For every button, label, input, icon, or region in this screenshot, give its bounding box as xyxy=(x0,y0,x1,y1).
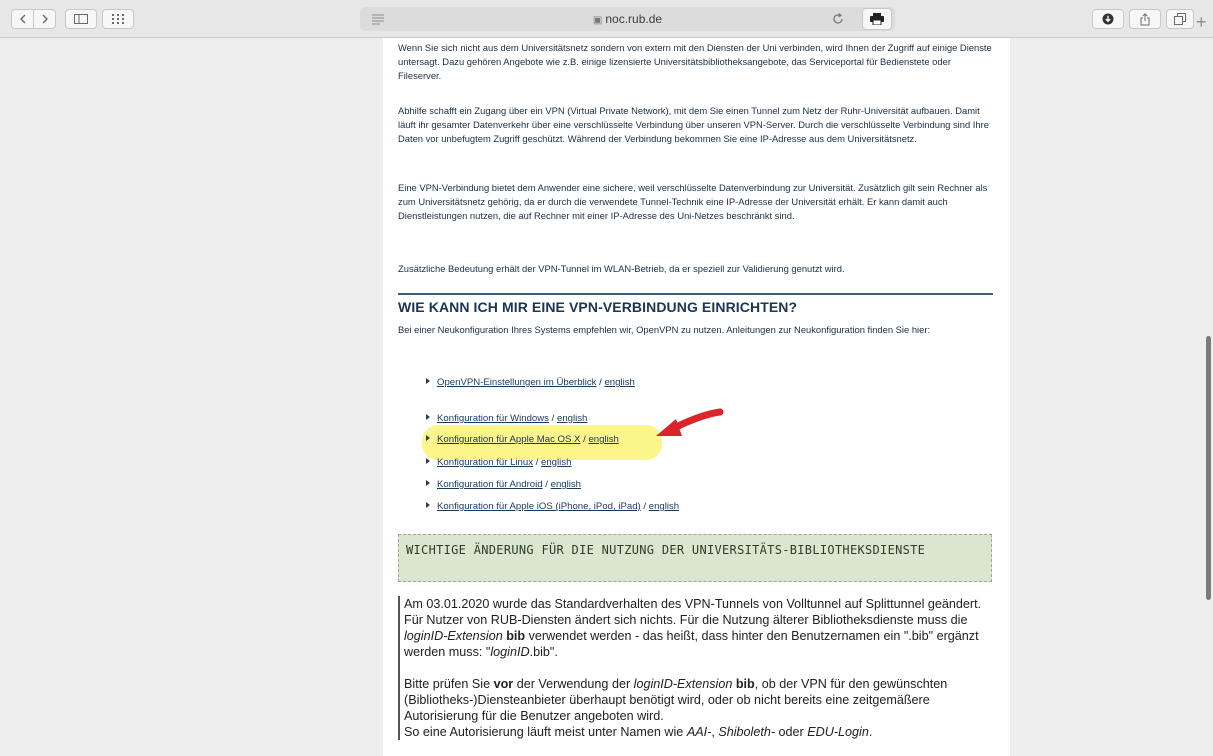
paragraph-intro-4: Zusätzliche Bedeutung erhält der VPN-Tun… xyxy=(398,263,845,274)
section-divider xyxy=(398,293,993,295)
section-intro: Bei einer Neukonfiguration Ihres Systems… xyxy=(398,324,931,335)
red-arrow-icon xyxy=(656,408,724,436)
list-item: Konfiguration für Apple iOS (iPhone, iPo… xyxy=(426,501,679,512)
list-item: Konfiguration für Android / english xyxy=(426,479,581,490)
chevron-right-icon xyxy=(42,14,48,24)
notice-quote: Am 03.01.2020 wurde das Standardverhalte… xyxy=(398,596,998,740)
bullet-triangle-icon xyxy=(426,458,430,464)
text-run: der Verwendung der xyxy=(513,677,634,691)
text-run: loginID xyxy=(490,645,530,659)
notice-paragraph-2: Bitte prüfen Sie vor der Verwendung der … xyxy=(404,676,998,724)
list-item: Konfiguration für Windows / english xyxy=(426,413,587,424)
text-run: vor xyxy=(493,677,514,691)
list-item: Konfiguration für Apple Mac OS X / engli… xyxy=(426,434,619,445)
bullet-triangle-icon xyxy=(426,480,430,486)
bullet-triangle-icon xyxy=(426,435,430,441)
bullet-triangle-icon xyxy=(426,378,430,384)
browser-toolbar: ▣ noc.rub.de + xyxy=(0,0,1213,38)
notice-paragraph-1: Am 03.01.2020 wurde das Standardverhalte… xyxy=(404,596,998,660)
page-content: Wenn Sie sich nicht aus dem Universitäts… xyxy=(383,38,1010,756)
text-run: Am 03.01.2020 wurde das Standardverhalte… xyxy=(404,597,982,627)
text-run: . xyxy=(868,725,873,739)
text-run: EDU-Login xyxy=(807,725,869,739)
text-run: Shiboleth- xyxy=(718,725,776,739)
link-config-linux-english[interactable]: english xyxy=(541,457,571,468)
reload-icon[interactable] xyxy=(830,11,846,27)
text-run: So eine Autorisierung läuft meist unter … xyxy=(404,725,687,739)
address-bar[interactable]: ▣ noc.rub.de xyxy=(360,7,895,31)
section-heading: WIE KANN ICH MIR EINE VPN-VERBINDUNG EIN… xyxy=(398,299,798,315)
link-separator: / xyxy=(542,479,551,490)
link-separator: / xyxy=(640,501,649,512)
list-item: OpenVPN-Einstellungen im Überblick / eng… xyxy=(426,377,635,388)
notice-box: WICHTIGE ÄNDERUNG FÜR DIE NUTZUNG DER UN… xyxy=(398,534,992,582)
sidebar-button[interactable] xyxy=(65,9,97,29)
share-icon xyxy=(1140,12,1150,25)
sidebar-icon xyxy=(74,14,88,24)
link-config-macos[interactable]: Konfiguration für Apple Mac OS X xyxy=(437,434,580,445)
text-run: AAI- xyxy=(686,725,712,739)
text-run: loginID-Extension xyxy=(404,629,503,643)
print-button[interactable] xyxy=(862,8,892,30)
download-icon xyxy=(1102,13,1114,25)
link-config-macos-english[interactable]: english xyxy=(588,434,618,445)
list-item: Konfiguration für Linux / english xyxy=(426,457,571,468)
text-run: .bib". xyxy=(529,645,558,659)
print-icon xyxy=(870,13,884,25)
link-config-android[interactable]: Konfiguration für Android xyxy=(437,479,543,490)
url-text: noc.rub.de xyxy=(605,12,663,26)
text-run: oder xyxy=(775,725,808,739)
link-config-windows-english[interactable]: english xyxy=(557,413,587,424)
top-sites-button[interactable] xyxy=(102,9,134,29)
text-run: Bitte prüfen Sie xyxy=(404,677,494,691)
scrollbar-thumb[interactable] xyxy=(1206,336,1211,600)
text-run: loginID-Extension xyxy=(633,677,733,691)
share-button[interactable] xyxy=(1129,9,1161,29)
url-display: ▣ noc.rub.de xyxy=(360,12,895,26)
tabs-icon xyxy=(1174,13,1186,25)
back-button[interactable] xyxy=(11,9,34,29)
link-openvpn-overview-english[interactable]: english xyxy=(604,377,634,388)
link-config-linux[interactable]: Konfiguration für Linux xyxy=(437,457,533,468)
link-separator: / xyxy=(548,413,557,424)
bullet-triangle-icon xyxy=(426,502,430,508)
paragraph-intro-2: Abhilfe schafft ein Zugang über ein VPN … xyxy=(398,105,989,144)
link-config-ios-english[interactable]: english xyxy=(649,501,679,512)
new-tab-icon[interactable]: + xyxy=(1196,12,1207,33)
link-config-ios[interactable]: Konfiguration für Apple iOS (iPhone, iPo… xyxy=(437,501,641,512)
paragraph-intro-3: Eine VPN-Verbindung bietet dem Anwender … xyxy=(398,182,988,221)
link-config-android-english[interactable]: english xyxy=(551,479,581,490)
link-openvpn-overview[interactable]: OpenVPN-Einstellungen im Überblick xyxy=(437,377,596,388)
chevron-left-icon xyxy=(19,14,25,24)
tabs-button[interactable] xyxy=(1166,9,1194,29)
paragraph-intro-1: Wenn Sie sich nicht aus dem Universitäts… xyxy=(398,42,992,81)
notice-title: WICHTIGE ÄNDERUNG FÜR DIE NUTZUNG DER UN… xyxy=(406,543,926,557)
grid-icon xyxy=(112,14,124,24)
text-run: bib xyxy=(735,677,755,691)
notice-paragraph-3: So eine Autorisierung läuft meist unter … xyxy=(404,724,998,740)
link-separator: / xyxy=(533,457,541,468)
downloads-button[interactable] xyxy=(1092,9,1124,29)
lock-icon: ▣ xyxy=(592,15,603,26)
text-run: bib xyxy=(506,629,526,643)
bullet-triangle-icon xyxy=(426,414,430,420)
link-config-windows[interactable]: Konfiguration für Windows xyxy=(437,413,549,424)
forward-button[interactable] xyxy=(33,9,56,29)
